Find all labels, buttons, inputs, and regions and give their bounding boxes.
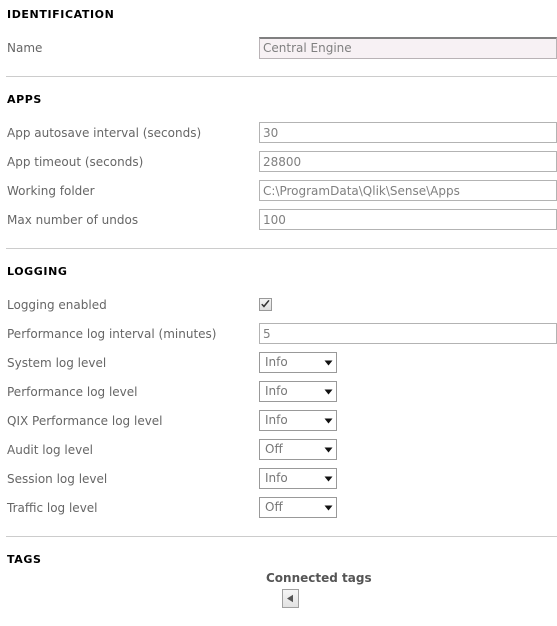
- session-log-level-value: Info: [265, 471, 288, 485]
- qix-performance-log-level-value: Info: [265, 413, 288, 427]
- field-row-performance-log-interval: Performance log interval (minutes): [0, 319, 557, 348]
- move-tag-left-button[interactable]: [282, 589, 299, 608]
- field-row-system-log-level: System log level Info: [0, 348, 557, 377]
- label-traffic-log-level: Traffic log level: [7, 500, 98, 515]
- apps-bottom-gap: [0, 234, 557, 248]
- session-log-level-select[interactable]: Info: [259, 468, 337, 489]
- performance-log-interval-input[interactable]: [259, 323, 557, 344]
- control-logging-enabled: [259, 298, 557, 311]
- label-max-number-of-undos: Max number of undos: [7, 212, 139, 227]
- section-heading-tags: TAGS: [7, 553, 42, 566]
- control-working-folder: [259, 180, 557, 201]
- triangle-left-icon: [287, 594, 293, 603]
- chevron-down-icon: [320, 498, 336, 517]
- control-audit-log-level: Off: [259, 439, 557, 460]
- identification-heading-gap: [0, 21, 557, 33]
- identification-bottom-gap: [0, 62, 557, 76]
- tags-body: Connected tags: [0, 566, 557, 626]
- label-system-log-level: System log level: [7, 355, 107, 370]
- control-app-autosave-interval: [259, 122, 557, 143]
- logging-heading-gap: [0, 278, 557, 290]
- label-audit-log-level: Audit log level: [7, 442, 93, 457]
- engine-settings-form: IDENTIFICATION Name APPS App autosave in…: [0, 0, 557, 626]
- label-working-folder: Working folder: [7, 183, 95, 198]
- qix-performance-log-level-select[interactable]: Info: [259, 410, 337, 431]
- system-log-level-value: Info: [265, 355, 288, 369]
- name-input[interactable]: [259, 36, 557, 59]
- top-spacer: [0, 0, 557, 8]
- check-icon: [261, 300, 270, 308]
- chevron-down-icon: [320, 353, 336, 372]
- performance-log-level-select[interactable]: Info: [259, 381, 337, 402]
- control-system-log-level: Info: [259, 352, 557, 373]
- section-heading-identification: IDENTIFICATION: [7, 8, 115, 21]
- label-app-timeout: App timeout (seconds): [7, 154, 144, 169]
- traffic-log-level-value: Off: [265, 500, 283, 514]
- control-max-number-of-undos: [259, 209, 557, 230]
- audit-log-level-select[interactable]: Off: [259, 439, 337, 460]
- field-row-app-timeout: App timeout (seconds): [0, 147, 557, 176]
- audit-log-level-value: Off: [265, 442, 283, 456]
- apps-heading-top-gap: [0, 77, 557, 93]
- field-row-logging-enabled: Logging enabled: [0, 290, 557, 319]
- app-autosave-interval-input[interactable]: [259, 122, 557, 143]
- chevron-down-icon: [320, 382, 336, 401]
- label-qix-performance-log-level: QIX Performance log level: [7, 413, 163, 428]
- label-app-autosave-interval: App autosave interval (seconds): [7, 125, 202, 140]
- control-performance-log-level: Info: [259, 381, 557, 402]
- app-timeout-input[interactable]: [259, 151, 557, 172]
- field-row-performance-log-level: Performance log level Info: [0, 377, 557, 406]
- control-name: [259, 36, 557, 59]
- field-row-traffic-log-level: Traffic log level Off: [0, 493, 557, 522]
- control-session-log-level: Info: [259, 468, 557, 489]
- logging-heading-top-gap: [0, 249, 557, 265]
- field-row-qix-performance-log-level: QIX Performance log level Info: [0, 406, 557, 435]
- apps-heading-gap: [0, 106, 557, 118]
- control-app-timeout: [259, 151, 557, 172]
- system-log-level-select[interactable]: Info: [259, 352, 337, 373]
- performance-log-level-value: Info: [265, 384, 288, 398]
- section-heading-apps: APPS: [7, 93, 42, 106]
- logging-bottom-gap: [0, 522, 557, 536]
- field-row-name: Name: [0, 33, 557, 62]
- chevron-down-icon: [320, 440, 336, 459]
- label-name: Name: [7, 40, 43, 55]
- connected-tags-title: Connected tags: [266, 571, 372, 585]
- chevron-down-icon: [320, 469, 336, 488]
- label-session-log-level: Session log level: [7, 471, 108, 486]
- section-heading-logging: LOGGING: [7, 265, 68, 278]
- chevron-down-icon: [320, 411, 336, 430]
- control-traffic-log-level: Off: [259, 497, 557, 518]
- control-performance-log-interval: [259, 323, 557, 344]
- label-performance-log-level: Performance log level: [7, 384, 138, 399]
- field-row-session-log-level: Session log level Info: [0, 464, 557, 493]
- control-qix-performance-log-level: Info: [259, 410, 557, 431]
- field-row-app-autosave-interval: App autosave interval (seconds): [0, 118, 557, 147]
- working-folder-input[interactable]: [259, 180, 557, 201]
- label-logging-enabled: Logging enabled: [7, 297, 107, 312]
- max-number-of-undos-input[interactable]: [259, 209, 557, 230]
- field-row-audit-log-level: Audit log level Off: [0, 435, 557, 464]
- field-row-working-folder: Working folder: [0, 176, 557, 205]
- tags-heading-top-gap: [0, 537, 557, 553]
- field-row-max-undos: Max number of undos: [0, 205, 557, 234]
- logging-enabled-checkbox[interactable]: [259, 298, 272, 311]
- label-performance-log-interval: Performance log interval (minutes): [7, 326, 217, 341]
- traffic-log-level-select[interactable]: Off: [259, 497, 337, 518]
